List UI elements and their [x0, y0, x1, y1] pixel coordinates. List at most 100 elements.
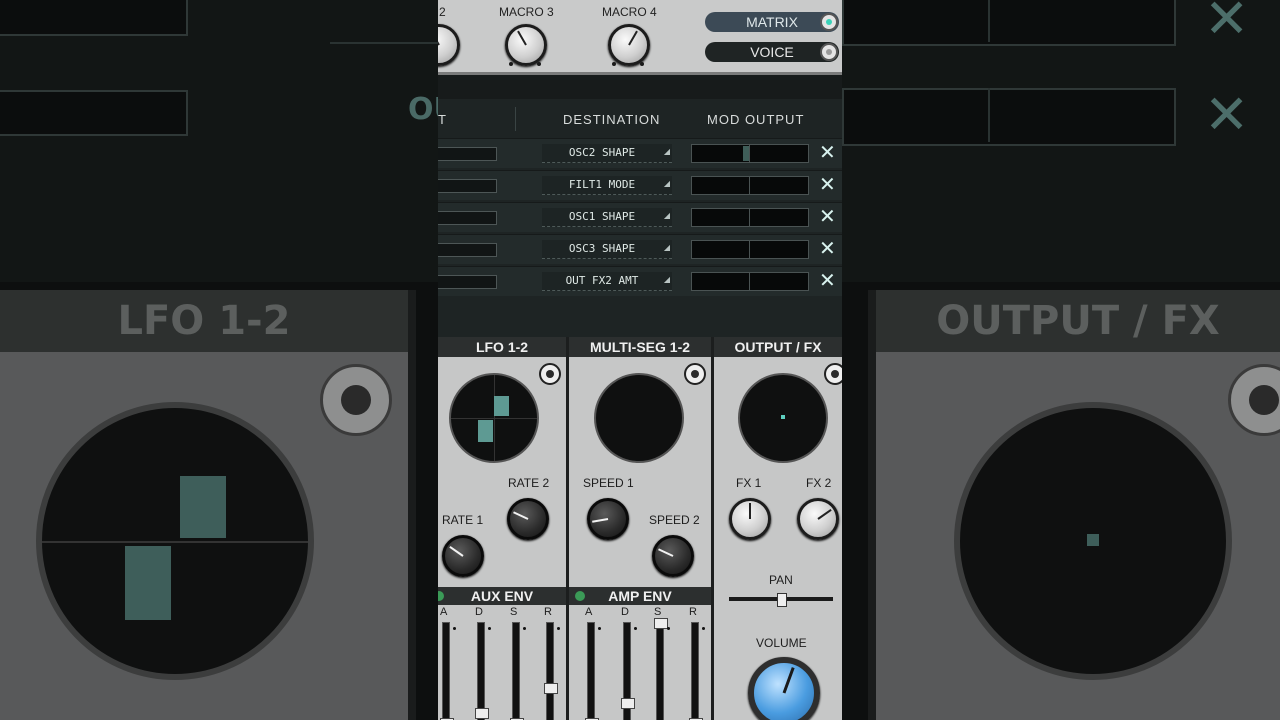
amp-env-a-label: A: [585, 606, 593, 618]
matrix-row: OSC3 SHAPE ◢ ✕: [438, 234, 842, 264]
rate-2-knob[interactable]: [507, 498, 549, 540]
destination-dropdown[interactable]: OUT FX2 AMT ◢: [542, 272, 672, 291]
slider-tick: [523, 627, 526, 630]
pan-label: PAN: [769, 573, 793, 587]
aux-env-d-slider[interactable]: [475, 622, 489, 720]
fx-2-label: FX 2: [806, 476, 832, 490]
source-slot[interactable]: [438, 147, 497, 161]
aux-env-s-slider[interactable]: [510, 622, 524, 720]
aux-env-a-label: A: [440, 606, 448, 618]
fx-2-knob[interactable]: [797, 498, 839, 540]
lfo-section-title: LFO 1-2: [438, 337, 566, 357]
matrix-row: OSC1 SHAPE ◢ ✕: [438, 202, 842, 232]
aux-env-title-text: AUX ENV: [470, 588, 534, 604]
speed-1-knob[interactable]: [587, 498, 629, 540]
mod-matrix: T DESTINATION MOD OUTPUT OSC2 SHAPE ◢ ✕ FIL…: [438, 75, 842, 337]
slider-tick: [488, 627, 491, 630]
multiseg-sync-button[interactable]: [684, 363, 706, 385]
dropdown-arrow-icon: ◢: [663, 243, 670, 252]
synth-app: 2 MACRO 3 MACRO 4 MATRIX VOICE T DESTINA…: [438, 0, 842, 720]
destination-label: OSC2 SHAPE: [568, 146, 636, 159]
slider-thumb[interactable]: [475, 708, 489, 719]
lfo-bar: [494, 396, 509, 416]
amp-env-d-label: D: [621, 606, 629, 618]
macro-4-knob[interactable]: [608, 24, 650, 66]
amp-env-led-icon[interactable]: [575, 591, 585, 601]
matrix-view-button[interactable]: MATRIX: [705, 12, 839, 32]
mod-output-meter: [691, 176, 809, 195]
destination-dropdown[interactable]: FILT1 MODE ◢: [542, 176, 672, 195]
knob-tick: [612, 62, 616, 66]
mod-output-meter: [691, 240, 809, 259]
voice-view-button[interactable]: VOICE: [705, 42, 839, 62]
slider-thumb[interactable]: [621, 698, 635, 709]
remove-slot-icon[interactable]: ✕: [819, 206, 836, 226]
aux-env-r-slider[interactable]: [544, 622, 558, 720]
aux-env-d-label: D: [475, 606, 483, 618]
speed-2-knob[interactable]: [652, 535, 694, 577]
amp-env-title-text: AMP ENV: [608, 588, 672, 604]
fx-1-knob[interactable]: [729, 498, 771, 540]
amp-env-r-slider[interactable]: [689, 622, 703, 720]
amp-env-title: AMP ENV: [569, 587, 711, 605]
dropdown-arrow-icon: ◢: [663, 147, 670, 156]
slider-thumb[interactable]: [544, 683, 558, 694]
rate-1-knob[interactable]: [442, 535, 484, 577]
dropdown-arrow-icon: ◢: [663, 179, 670, 188]
amp-env-s-slider[interactable]: [654, 618, 668, 720]
aux-env-s-label: S: [510, 606, 518, 618]
macro-2-knob[interactable]: [438, 24, 460, 66]
bg-output-box: [842, 88, 1176, 146]
destination-dropdown[interactable]: OSC1 SHAPE ◢: [542, 208, 672, 227]
bg-output-box: [842, 0, 1176, 46]
aux-env-title: AUX ENV: [438, 587, 566, 605]
source-slot[interactable]: [438, 243, 497, 257]
source-slot[interactable]: [438, 211, 497, 225]
amp-env-d-slider[interactable]: [621, 622, 635, 720]
bg-source-box: [0, 0, 188, 36]
amp-env-r-label: R: [689, 606, 697, 618]
destination-dropdown[interactable]: OSC2 SHAPE ◢: [542, 144, 672, 163]
amp-env-s-label: S: [654, 606, 662, 618]
macro-2-label: 2: [439, 5, 446, 19]
slider-tick: [667, 627, 670, 630]
speed-1-label: SPEED 1: [583, 476, 634, 490]
matrix-row: OUT FX2 AMT ◢ ✕: [438, 266, 842, 296]
bg-output-header: OUTPUT / FX: [876, 290, 1280, 352]
matrix-row: OSC2 SHAPE ◢ ✕: [438, 138, 842, 168]
remove-slot-icon[interactable]: ✕: [819, 174, 836, 194]
aux-env-a-slider[interactable]: [440, 622, 454, 720]
pan-thumb[interactable]: [777, 593, 787, 607]
macro-3-knob[interactable]: [505, 24, 547, 66]
dropdown-arrow-icon: ◢: [663, 275, 670, 284]
source-slot[interactable]: [438, 275, 497, 289]
mod-output-meter: [691, 272, 809, 291]
lfo-scope: [449, 373, 539, 463]
section-divider: [711, 337, 714, 720]
macro-strip: 2 MACRO 3 MACRO 4 MATRIX VOICE: [438, 0, 842, 75]
mod-output-meter: [691, 208, 809, 227]
lfo-bar: [478, 420, 493, 442]
slider-tick: [598, 627, 601, 630]
rate-2-label: RATE 2: [508, 476, 550, 490]
bg-divider: [330, 42, 440, 44]
knob-tick: [537, 62, 541, 66]
source-slot[interactable]: [438, 179, 497, 193]
matrix-row: FILT1 MODE ◢ ✕: [438, 170, 842, 200]
remove-slot-icon[interactable]: ✕: [819, 270, 836, 290]
bg-scope-axis: [42, 541, 308, 543]
lfo-sync-button[interactable]: [539, 363, 561, 385]
bg-close-icon: ✕: [1204, 0, 1250, 50]
aux-env-led-icon[interactable]: [438, 591, 444, 601]
macro-3-label: MACRO 3: [499, 5, 554, 19]
amp-env-a-slider[interactable]: [585, 622, 599, 720]
remove-slot-icon[interactable]: ✕: [819, 142, 836, 162]
bg-close-icon: ✕: [1204, 83, 1250, 146]
slider-thumb[interactable]: [654, 618, 668, 629]
destination-dropdown[interactable]: OSC3 SHAPE ◢: [542, 240, 672, 259]
bg-section-divider: [868, 290, 876, 720]
output-sync-button[interactable]: [824, 363, 842, 385]
volume-knob[interactable]: [748, 657, 820, 720]
bg-section-divider: [408, 290, 416, 720]
remove-slot-icon[interactable]: ✕: [819, 238, 836, 258]
